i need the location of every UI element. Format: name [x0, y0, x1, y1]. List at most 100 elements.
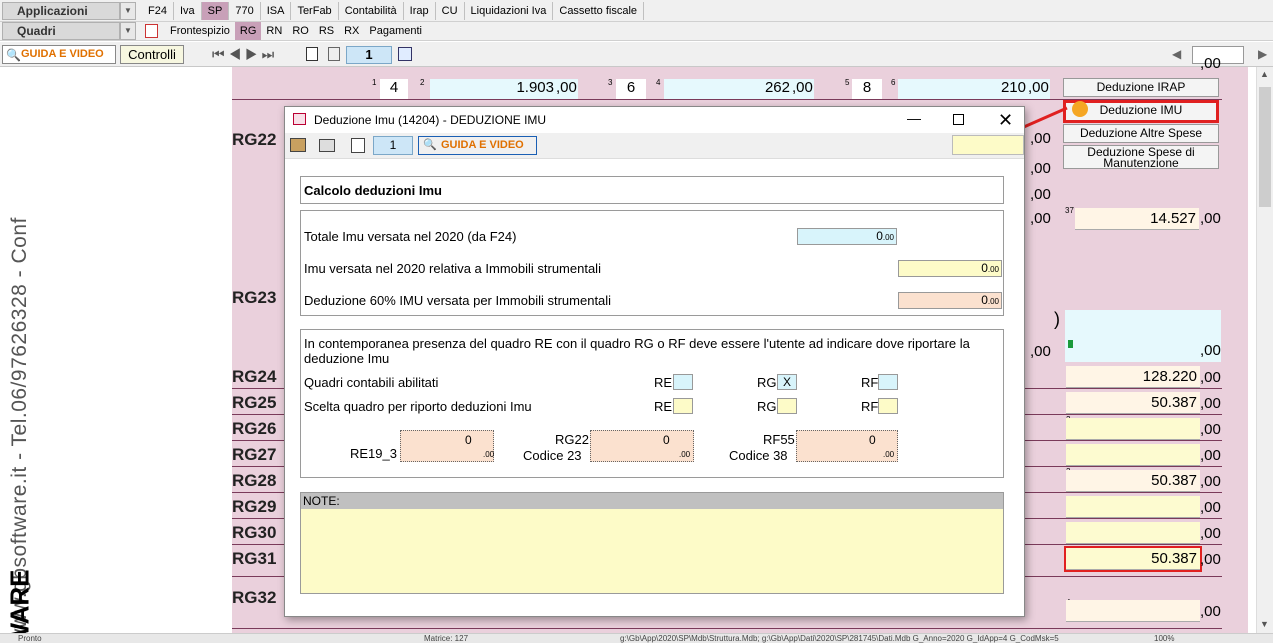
deduzione-input[interactable]: 0.00	[898, 292, 1002, 309]
subtab-ro[interactable]: RO	[287, 22, 314, 40]
subtab-rg[interactable]: RG	[234, 22, 262, 40]
new-page-icon[interactable]	[306, 47, 318, 61]
re-choice-checkbox[interactable]	[673, 398, 693, 414]
dialog-yellow-field[interactable]	[952, 135, 1024, 155]
totale-input[interactable]: 0.00	[797, 228, 897, 245]
field-index: 4	[656, 78, 661, 87]
rf55-input[interactable]: 0 .00	[796, 430, 898, 462]
minimize-icon[interactable]: —	[907, 105, 921, 131]
tab-cassetto-fiscale[interactable]: Cassetto fiscale	[553, 2, 645, 20]
subtab-rs[interactable]: RS	[314, 22, 339, 40]
scroll-up-icon[interactable]: ▲	[1260, 69, 1269, 79]
exit-icon[interactable]	[290, 138, 306, 152]
tab-irap[interactable]: Irap	[404, 2, 436, 20]
applicazioni-combo[interactable]: Applicazioni	[2, 2, 120, 20]
deduzione-spese-manutenzione-button[interactable]: Deduzione Spese di Manutenzione	[1063, 145, 1219, 169]
cents-label: ,00	[1200, 55, 1221, 72]
strumentali-input[interactable]: 0.00	[898, 260, 1002, 277]
rg28-value[interactable]: 50.387	[1066, 470, 1200, 492]
dialog-title: Deduzione Imu (14204) - DEDUZIONE IMU	[314, 113, 547, 127]
tab-cu[interactable]: CU	[436, 2, 465, 20]
paren-glyph: )	[1054, 309, 1060, 329]
rg31-value[interactable]: 50.387	[1066, 548, 1200, 570]
rg30-value[interactable]	[1066, 522, 1200, 544]
re-enabled-checkbox[interactable]	[673, 374, 693, 390]
rg27-value[interactable]	[1066, 444, 1200, 466]
rg32-value[interactable]	[1066, 600, 1200, 622]
delete-page-icon[interactable]	[328, 47, 340, 61]
deduzione-altre-spese-button[interactable]: Deduzione Altre Spese	[1063, 124, 1219, 143]
quadri-bar: Quadri ▼ Frontespizio RG RN RO RS RX Pagamenti	[0, 22, 1273, 41]
note-label: NOTE:	[301, 493, 1003, 509]
print-icon[interactable]	[319, 139, 335, 152]
quadri-combo[interactable]: Quadri	[2, 22, 120, 40]
riporto-group: In contemporanea presenza del quadro RE …	[300, 329, 1004, 478]
dialog-toolbar: 1 🔍 GUIDA E VIDEO	[285, 133, 1024, 159]
tab-isa[interactable]: ISA	[261, 2, 292, 20]
close-icon[interactable]: ✕	[998, 107, 1013, 133]
maximize-icon[interactable]	[953, 114, 964, 125]
rg29-value[interactable]	[1066, 496, 1200, 518]
rg23-field[interactable]	[1065, 310, 1221, 362]
vertical-scrollbar[interactable]: ▲ ▼	[1256, 67, 1273, 633]
calcolo-group: Totale Imu versata nel 2020 (da F24) 0.0…	[300, 210, 1004, 316]
note-group[interactable]: NOTE:	[300, 492, 1004, 594]
cents-label: ,00	[1200, 525, 1221, 542]
cents-label: ,00	[1028, 79, 1049, 96]
row-label-rg29: RG29	[232, 497, 277, 516]
rf-choice-checkbox[interactable]	[878, 398, 898, 414]
subtab-frontespizio[interactable]: Frontespizio	[165, 22, 235, 40]
rf-enabled-checkbox[interactable]	[878, 374, 898, 390]
tab-f24[interactable]: F24	[142, 2, 174, 20]
dialog-guida-video-button[interactable]: 🔍 GUIDA E VIDEO	[418, 136, 537, 155]
cents-label: ,00	[1030, 210, 1051, 227]
subtab-pagamenti[interactable]: Pagamenti	[364, 22, 427, 40]
deduzione-imu-button[interactable]: Deduzione IMU	[1063, 100, 1219, 123]
tab-liquidazioni-iva[interactable]: Liquidazioni Iva	[465, 2, 554, 20]
field-code-5[interactable]: 8	[852, 79, 882, 99]
left-banner: www.gbsoftware.it - Tel.06/97626328 - Co…	[0, 67, 40, 633]
rg24-value[interactable]: 128.220	[1066, 366, 1200, 388]
applicazioni-dropdown-icon[interactable]: ▼	[120, 2, 136, 20]
tab-terfab[interactable]: TerFab	[291, 2, 339, 20]
tab-contabilità[interactable]: Contabilità	[339, 2, 404, 20]
page-number-field[interactable]: 1	[346, 46, 392, 64]
dialog-title-bar: Deduzione Imu (14204) - DEDUZIONE IMU — …	[285, 107, 1024, 133]
record-nav-arrows[interactable]: ⏮◀▶⏭	[212, 46, 278, 63]
deduzione-irap-button[interactable]: Deduzione IRAP	[1063, 78, 1219, 97]
dialog-page-field[interactable]: 1	[373, 136, 413, 155]
field-index: 2	[420, 78, 425, 87]
scroll-down-icon[interactable]: ▼	[1260, 619, 1269, 629]
section-header: Calcolo deduzioni Imu	[300, 176, 1004, 204]
rg22-input[interactable]: 0 .00	[590, 430, 694, 462]
field-code-3[interactable]: 6	[616, 79, 646, 99]
prev-arrow-icon[interactable]: ◀	[1172, 47, 1181, 61]
deduzione-imu-dialog: Deduzione Imu (14204) - DEDUZIONE IMU — …	[284, 106, 1025, 617]
subtab-rn[interactable]: RN	[261, 22, 287, 40]
cents-label: ,00	[1200, 421, 1221, 438]
zoom-page-icon[interactable]	[398, 47, 412, 61]
scroll-thumb[interactable]	[1259, 87, 1271, 207]
guida-video-button[interactable]: 🔍 GUIDA E VIDEO	[2, 45, 116, 64]
tab-iva[interactable]: Iva	[174, 2, 202, 20]
subtab-rx[interactable]: RX	[339, 22, 364, 40]
cents-label: ,00	[1200, 551, 1221, 568]
tab-sp[interactable]: SP	[201, 2, 230, 20]
pdf-icon[interactable]	[145, 24, 158, 38]
re19-input[interactable]: 0 .00	[400, 430, 494, 462]
delete-icon[interactable]	[351, 138, 365, 153]
field-index: 1	[372, 78, 377, 87]
controlli-button[interactable]: Controlli	[120, 45, 184, 64]
quadri-dropdown-icon[interactable]: ▼	[120, 22, 136, 40]
tab-770[interactable]: 770	[229, 2, 261, 20]
next-arrow-icon[interactable]: ▶	[1258, 47, 1267, 61]
rf55-code-label: Codice 38	[729, 448, 788, 463]
field-37-value[interactable]: 14.527	[1075, 208, 1199, 230]
field-code-1[interactable]: 4	[380, 79, 408, 99]
field-index: 37	[1065, 206, 1074, 215]
rg-choice-checkbox[interactable]	[777, 398, 797, 414]
dialog-body: Calcolo deduzioni Imu Totale Imu versata…	[291, 163, 1018, 613]
rg26-value[interactable]	[1066, 418, 1200, 440]
rg-enabled-checkbox[interactable]: X	[777, 374, 797, 390]
rg25-value[interactable]: 50.387	[1066, 392, 1200, 414]
